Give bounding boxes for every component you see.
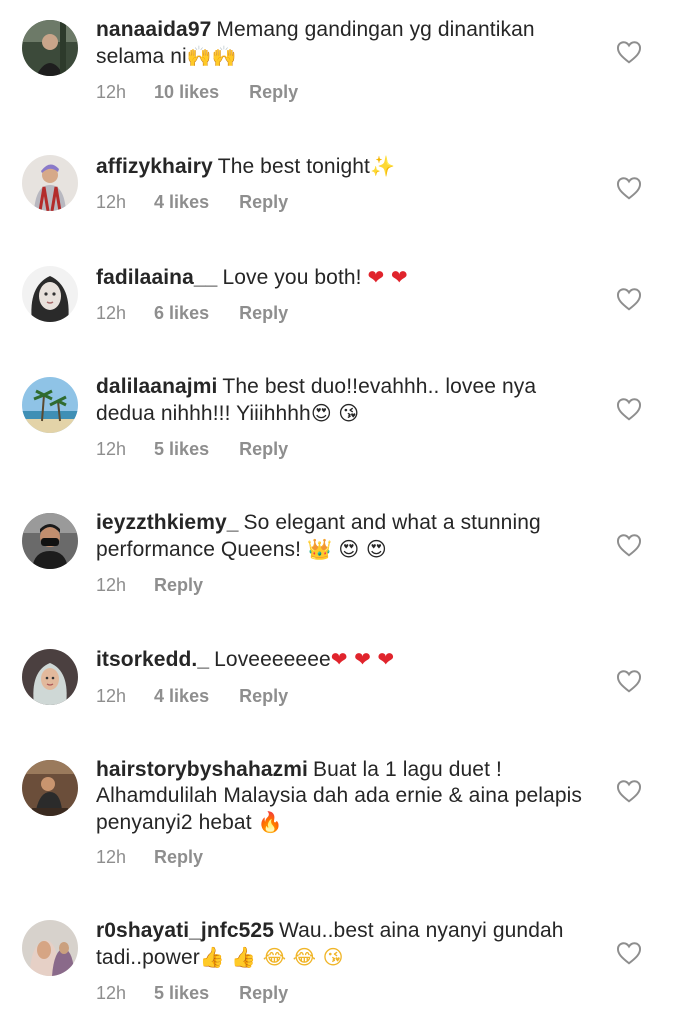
comment-time: 12h [96, 82, 127, 102]
reply-button[interactable]: Reply [154, 847, 203, 867]
comment-meta: 12h 6 likes Reply [96, 303, 288, 324]
reply-button[interactable]: Reply [239, 983, 288, 1003]
avatar[interactable] [22, 266, 78, 322]
comment-text: hairstorybyshahazmi Buat la 1 lagu duet !… [96, 757, 596, 836]
avatar[interactable] [22, 155, 78, 211]
like-heart-icon[interactable] [616, 287, 642, 311]
comment-time: 12h [96, 686, 127, 706]
comment-body: Loveeeeeee [214, 648, 331, 671]
avatar[interactable] [22, 513, 78, 569]
comment-likes[interactable]: 4 likes [154, 686, 209, 706]
comment-meta: 12h 5 likes Reply [96, 439, 288, 460]
comment-meta: 12h 4 likes Reply [96, 192, 288, 213]
comment-meta: 12h 5 likes Reply [96, 983, 288, 1004]
comment-text: nanaaida97 Memang gandingan yg dinantikan… [96, 17, 596, 70]
comment-text: fadilaaina__ Love you both! ❤ ❤ [96, 264, 596, 291]
comment-emoji: ✨ [369, 154, 395, 178]
like-heart-icon[interactable] [616, 779, 642, 803]
comment-time: 12h [96, 575, 127, 595]
comment-body: The best tonight [217, 155, 370, 178]
comment-text: itsorkedd._ Loveeeeeee❤ ❤ ❤ [96, 646, 596, 673]
comment-meta: 12h 10 likes Reply [96, 82, 298, 103]
like-heart-icon[interactable] [616, 176, 642, 200]
comment-likes[interactable]: 6 likes [154, 303, 209, 323]
like-heart-icon[interactable] [616, 397, 642, 421]
comment-emoji: 👍 👍 😂 😂 😘 [199, 945, 344, 969]
avatar[interactable] [22, 377, 78, 433]
avatar[interactable] [22, 760, 78, 816]
comment-username[interactable]: fadilaaina__ [96, 266, 217, 289]
like-heart-icon[interactable] [616, 40, 642, 64]
avatar[interactable] [22, 649, 78, 705]
comment-emoji: 🙌🙌 [186, 44, 237, 68]
comment-username[interactable]: nanaaida97 [96, 18, 211, 41]
comment-likes[interactable]: 5 likes [154, 983, 209, 1003]
comment-meta: 12h 4 likes Reply [96, 686, 288, 707]
comment-text: ieyzzthkiemy_ So elegant and what a stunn… [96, 510, 596, 563]
comment-emoji: ❤ ❤ [367, 265, 408, 289]
like-heart-icon[interactable] [616, 941, 642, 965]
comment-username[interactable]: dalilaanajmi [96, 375, 217, 398]
comment-time: 12h [96, 303, 127, 323]
comment-body: Love you both! [222, 266, 362, 289]
reply-button[interactable]: Reply [154, 575, 203, 595]
reply-button[interactable]: Reply [239, 303, 288, 323]
comment-emoji: 👑 😍 😍 [306, 537, 387, 561]
comment-username[interactable]: affizykhairy [96, 155, 213, 178]
comment-emoji: 😍 😘 [310, 401, 360, 425]
reply-button[interactable]: Reply [239, 686, 288, 706]
comment-time: 12h [96, 192, 127, 212]
comment-emoji: 🔥 [257, 810, 283, 834]
comment-text: dalilaanajmi The best duo!!evahhh.. lovee… [96, 374, 596, 427]
comment-meta: 12h Reply [96, 847, 203, 868]
avatar[interactable] [22, 20, 78, 76]
reply-button[interactable]: Reply [249, 82, 298, 102]
comment-username[interactable]: itsorkedd._ [96, 648, 209, 671]
comment-time: 12h [96, 439, 127, 459]
comment-username[interactable]: r0shayati_jnfc525 [96, 919, 274, 942]
comment-time: 12h [96, 847, 127, 867]
comment-username[interactable]: hairstorybyshahazmi [96, 758, 308, 781]
comment-likes[interactable]: 5 likes [154, 439, 209, 459]
comment-likes[interactable]: 10 likes [154, 82, 219, 102]
reply-button[interactable]: Reply [239, 192, 288, 212]
reply-button[interactable]: Reply [239, 439, 288, 459]
avatar[interactable] [22, 920, 78, 976]
comment-meta: 12h Reply [96, 575, 203, 596]
comment-emoji: ❤ ❤ ❤ [330, 647, 395, 671]
comment-time: 12h [96, 983, 127, 1003]
comment-likes[interactable]: 4 likes [154, 192, 209, 212]
like-heart-icon[interactable] [616, 533, 642, 557]
comment-username[interactable]: ieyzzthkiemy_ [96, 511, 239, 534]
like-heart-icon[interactable] [616, 669, 642, 693]
comment-text: affizykhairy The best tonight✨ [96, 153, 596, 180]
comment-text: r0shayati_jnfc525 Wau..best aina nyanyi g… [96, 918, 596, 971]
